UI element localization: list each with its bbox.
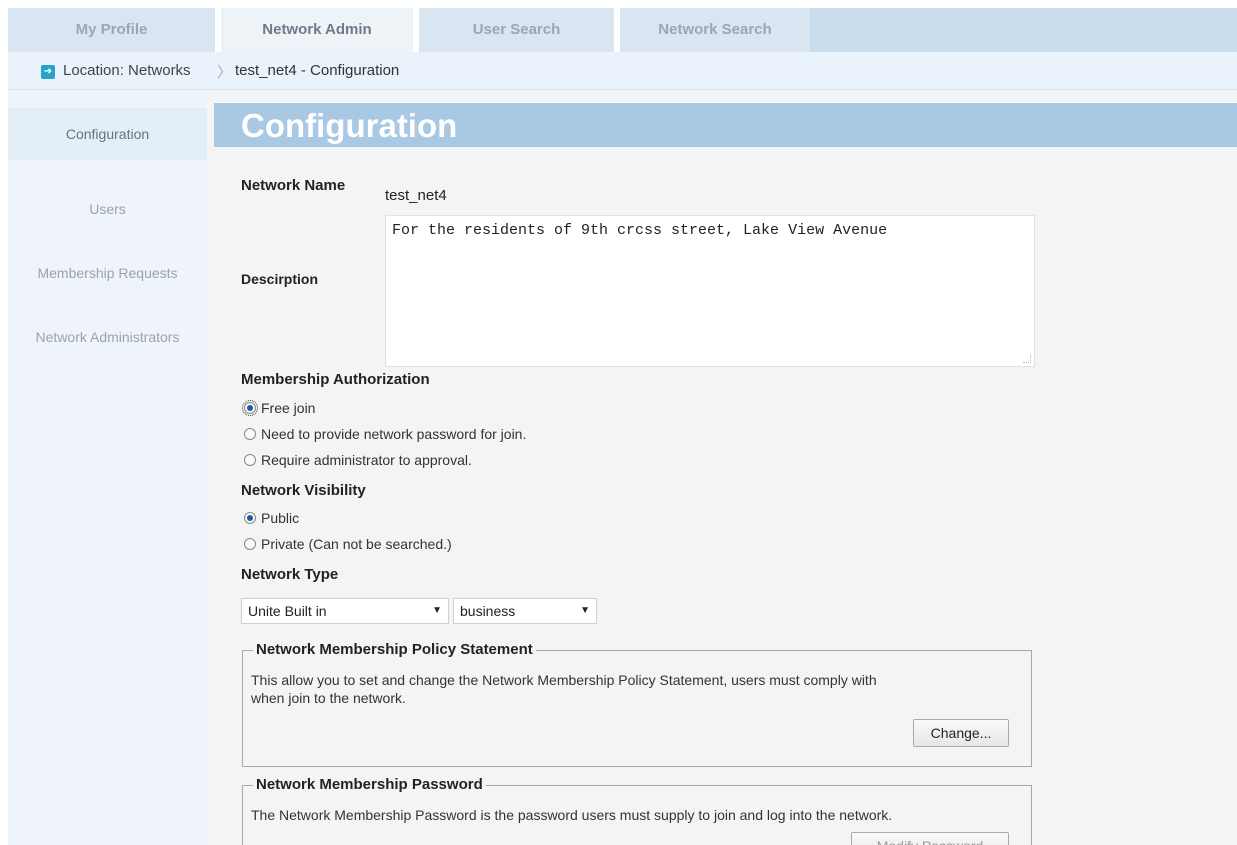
- policy-statement-text-2: when join to the network.: [251, 690, 406, 706]
- radio-public[interactable]: Public: [244, 509, 299, 527]
- radio-label: Private (Can not be searched.): [261, 536, 452, 552]
- radio-button-checked[interactable]: [244, 512, 256, 524]
- sidebar-item-users[interactable]: Users: [8, 201, 207, 221]
- radio-button[interactable]: [244, 538, 256, 550]
- policy-statement-text-1: This allow you to set and change the Net…: [251, 672, 877, 688]
- network-name-value: test_net4: [385, 187, 447, 204]
- membership-authorization-label: Membership Authorization: [241, 371, 430, 388]
- sidebar-item-membership-requests[interactable]: Membership Requests: [8, 265, 207, 285]
- network-type-select-value: Unite Built in: [248, 603, 327, 619]
- network-category-select[interactable]: business ▼: [453, 598, 597, 624]
- membership-password-legend: Network Membership Password: [253, 776, 486, 793]
- radio-button-checked[interactable]: [242, 400, 258, 416]
- tab-bar: My Profile Network Admin User Search Net…: [8, 8, 1237, 52]
- radio-admin-approval[interactable]: Require administrator to approval.: [244, 451, 472, 469]
- network-visibility-label: Network Visibility: [241, 482, 366, 499]
- breadcrumb-current: test_net4 - Configuration: [235, 62, 400, 79]
- policy-statement-legend: Network Membership Policy Statement: [253, 641, 536, 658]
- page-title: Configuration: [241, 107, 458, 144]
- change-policy-button[interactable]: Change...: [913, 719, 1009, 747]
- network-type-select[interactable]: Unite Built in ▼: [241, 598, 449, 624]
- radio-label: Require administrator to approval.: [261, 452, 472, 468]
- description-label: Descirption: [241, 271, 319, 287]
- membership-password-text: The Network Membership Password is the p…: [251, 807, 893, 823]
- sidebar-item-configuration[interactable]: Configuration: [8, 108, 207, 160]
- app-frame: My Profile Network Admin User Search Net…: [8, 8, 1237, 845]
- breadcrumb-separator: 〉: [217, 64, 233, 81]
- radio-private[interactable]: Private (Can not be searched.): [244, 535, 452, 553]
- network-type-label: Network Type: [241, 566, 339, 583]
- tab-my-profile[interactable]: My Profile: [8, 8, 215, 52]
- description-textarea[interactable]: For the residents of 9th crcss street, L…: [385, 215, 1035, 367]
- membership-password-group: Network Membership Password The Network …: [242, 776, 1032, 845]
- radio-password-join[interactable]: Need to provide network password for joi…: [244, 425, 526, 443]
- tab-network-search[interactable]: Network Search: [620, 8, 810, 52]
- main-content: Configuration Network Name test_net4 Des…: [214, 98, 1237, 845]
- tab-user-search[interactable]: User Search: [419, 8, 614, 52]
- policy-statement-group: Network Membership Policy Statement This…: [242, 641, 1032, 767]
- tab-network-admin[interactable]: Network Admin: [221, 8, 413, 52]
- radio-button[interactable]: [244, 454, 256, 466]
- sidebar: Configuration Users Membership Requests …: [8, 91, 207, 845]
- radio-label: Need to provide network password for joi…: [261, 426, 527, 442]
- dropdown-arrow-icon: ▼: [432, 605, 442, 616]
- radio-free-join[interactable]: Free join: [242, 399, 316, 417]
- radio-button[interactable]: [244, 428, 256, 440]
- resize-grip-icon[interactable]: [1023, 355, 1031, 363]
- page-header-band: Configuration: [214, 103, 1237, 147]
- location-arrow-icon: ➜: [41, 65, 55, 79]
- sidebar-item-network-administrators[interactable]: Network Administrators: [8, 329, 207, 349]
- description-text: For the residents of 9th crcss street, L…: [392, 222, 888, 239]
- breadcrumb-location-link[interactable]: Location: Networks: [63, 62, 191, 79]
- network-category-select-value: business: [460, 603, 516, 619]
- radio-label: Public: [261, 510, 300, 526]
- breadcrumb: ➜ Location: Networks 〉 test_net4 - Confi…: [8, 52, 1237, 90]
- dropdown-arrow-icon: ▼: [580, 605, 590, 616]
- radio-label: Free join: [261, 400, 316, 416]
- modify-password-button[interactable]: Modify Password: [851, 832, 1009, 845]
- network-name-label: Network Name: [241, 177, 346, 194]
